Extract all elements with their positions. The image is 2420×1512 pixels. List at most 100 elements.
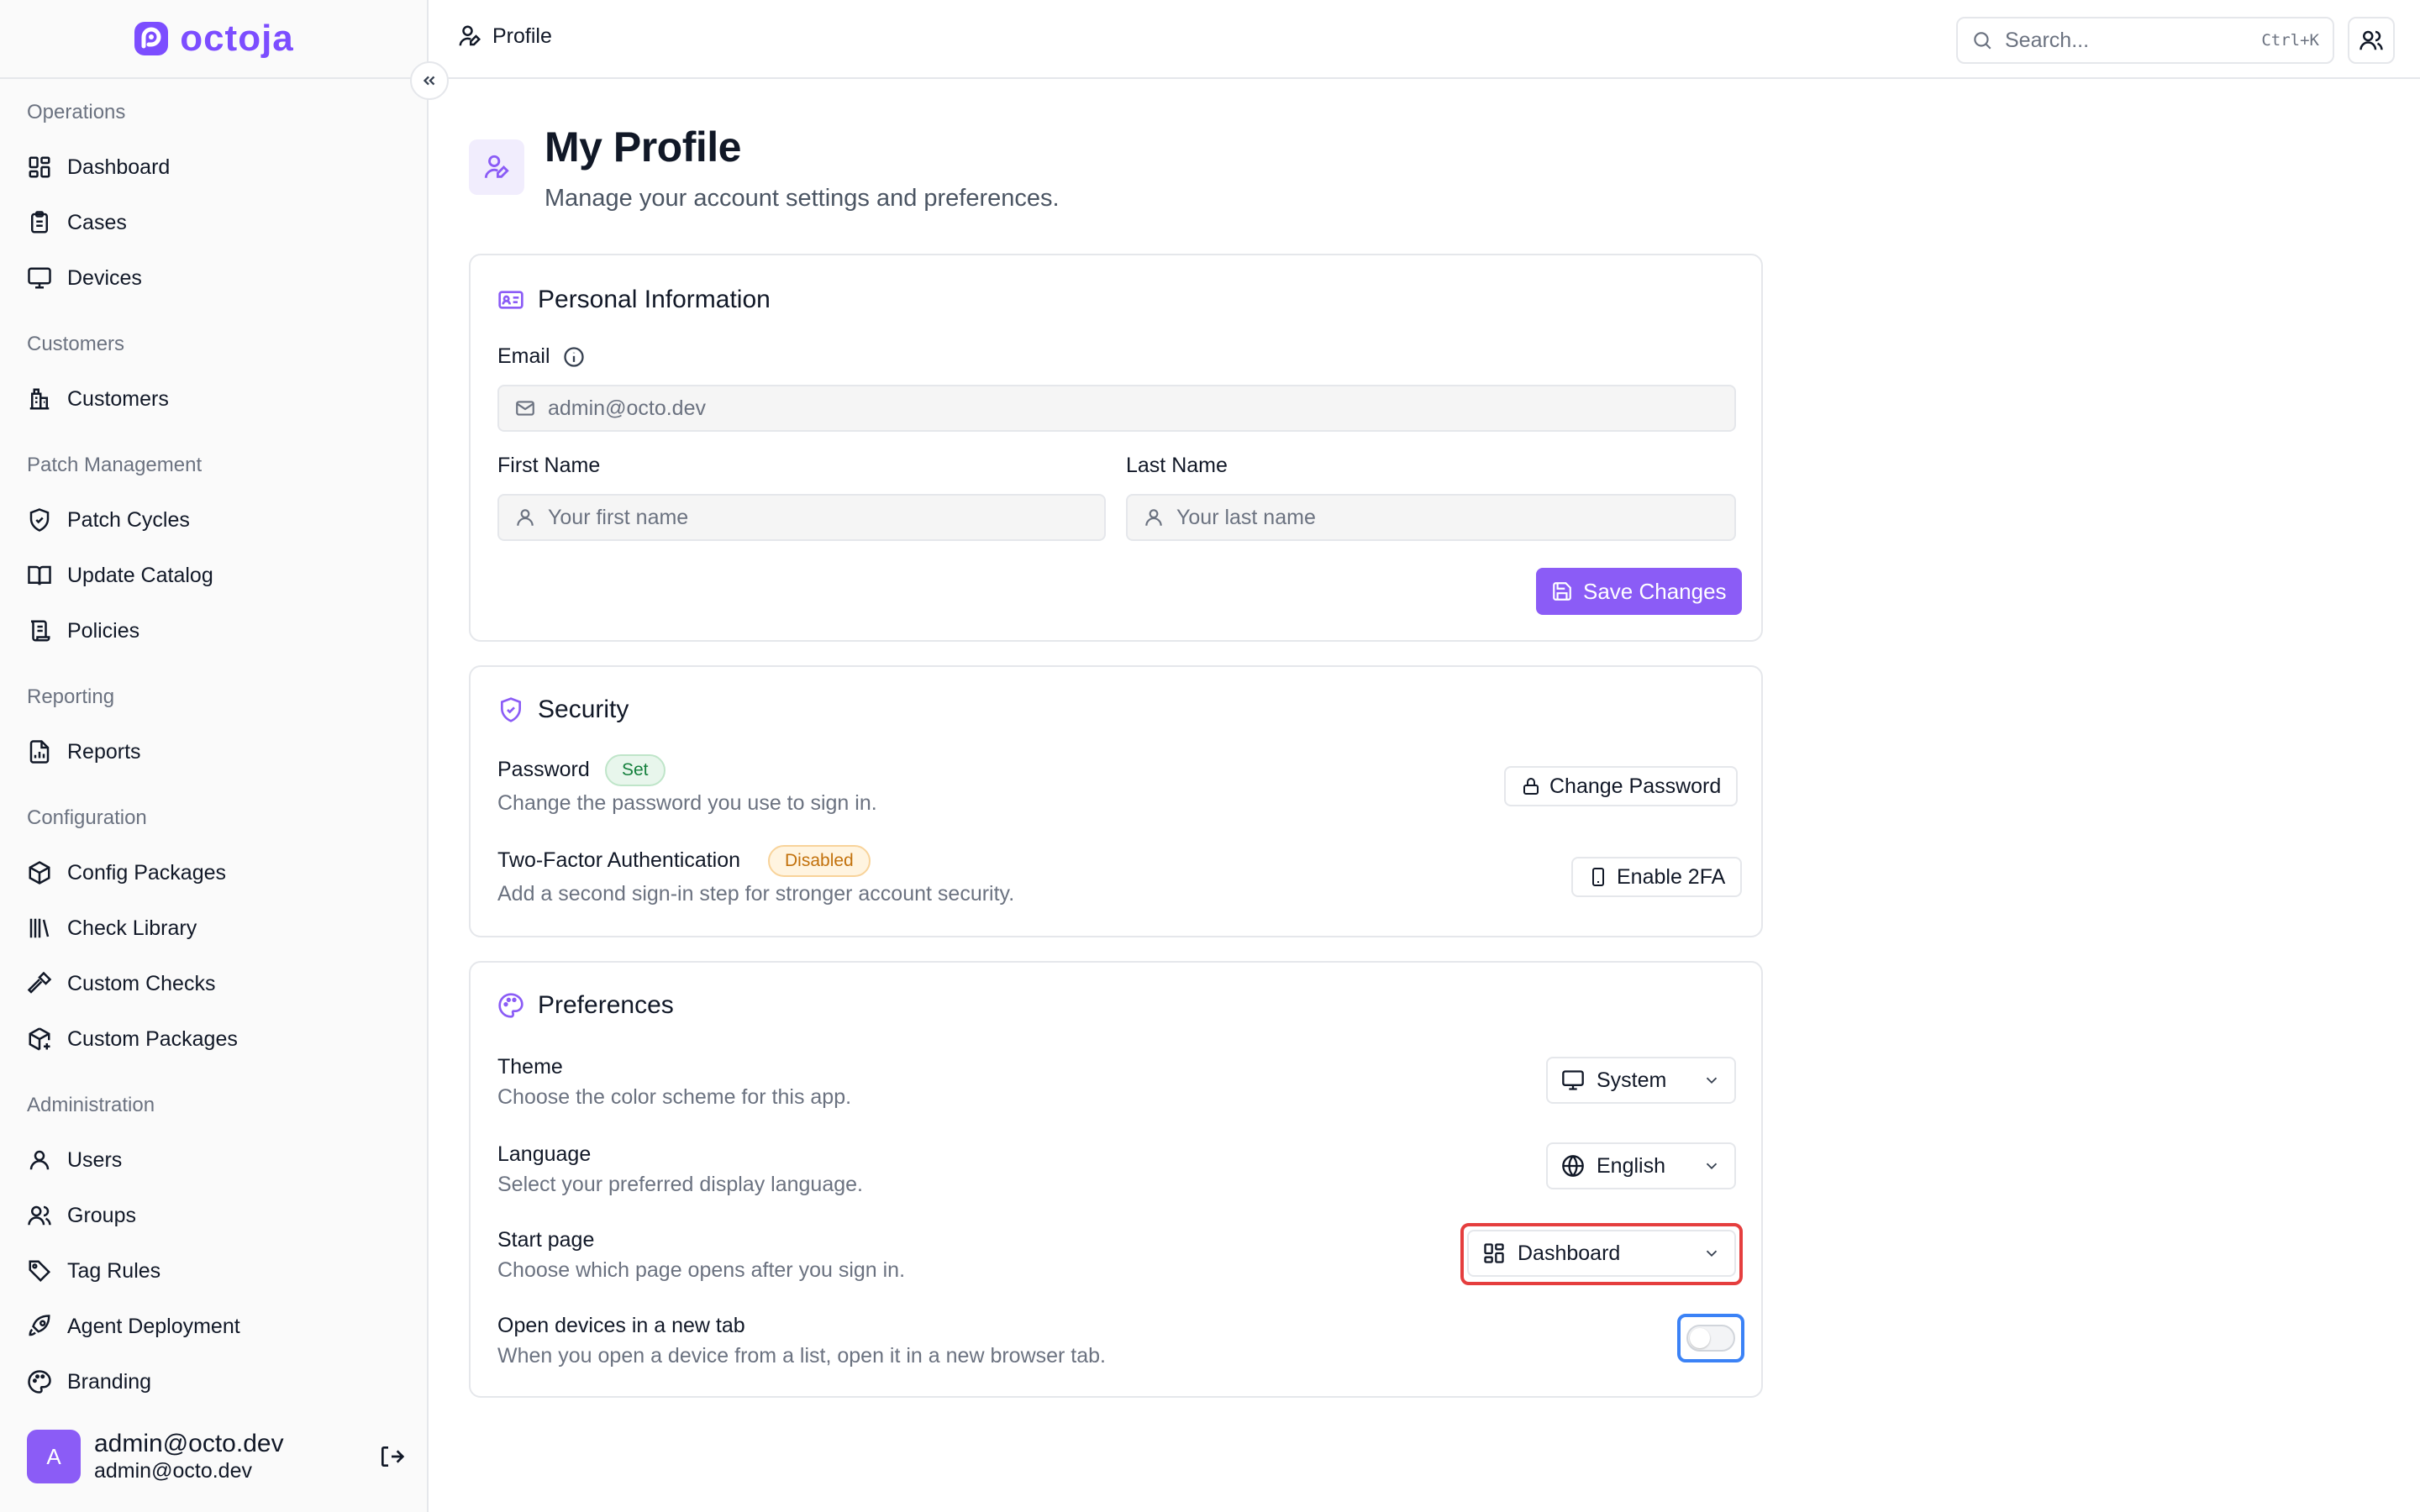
avatar: A — [27, 1430, 81, 1483]
last-name-field[interactable]: Your last name — [1126, 494, 1736, 541]
nav-section-administration: Administration — [27, 1094, 155, 1116]
save-changes-button[interactable]: Save Changes — [1536, 568, 1742, 615]
sidebar: octoja Operations Dashboard Cases Device… — [0, 0, 429, 1512]
globe-icon — [1562, 1155, 1584, 1177]
sidebar-item-update-catalog[interactable]: Update Catalog — [27, 559, 213, 592]
change-password-button[interactable]: Change Password — [1504, 766, 1739, 806]
report-icon — [29, 740, 50, 764]
sidebar-item-label: Reports — [67, 739, 141, 764]
theme-desc: Choose the color scheme for this app. — [497, 1085, 852, 1109]
theme-select[interactable]: System — [1546, 1057, 1736, 1104]
logo[interactable]: octoja — [0, 0, 427, 79]
language-select[interactable]: English — [1546, 1142, 1736, 1189]
new-tab-toggle[interactable] — [1686, 1325, 1735, 1352]
package-plus-icon — [29, 1027, 50, 1051]
card-title-text: Personal Information — [538, 286, 771, 313]
password-label: Password — [497, 758, 590, 781]
smartphone-icon — [1592, 868, 1604, 886]
sidebar-item-reports[interactable]: Reports — [27, 735, 141, 769]
email-value: admin@octo.dev — [548, 396, 706, 420]
sidebar-item-label: Update Catalog — [67, 563, 213, 587]
sidebar-item-dashboard[interactable]: Dashboard — [27, 150, 170, 184]
sidebar-item-customers[interactable]: Customers — [27, 382, 169, 416]
email-label: Email — [497, 344, 586, 369]
sidebar-item-users[interactable]: Users — [27, 1143, 122, 1177]
preferences-card: Preferences Theme Choose the color schem… — [469, 961, 1763, 1398]
card-title: Security — [497, 696, 629, 724]
personal-info-card: Personal Information Email admin@octo.de… — [469, 254, 1763, 642]
user-edit-icon — [459, 25, 481, 46]
sidebar-item-custom-checks[interactable]: Custom Checks — [27, 967, 215, 1000]
first-name-placeholder: Your first name — [548, 505, 689, 529]
sidebar-item-config-packages[interactable]: Config Packages — [27, 856, 226, 890]
new-tab-desc: When you open a device from a list, open… — [497, 1344, 1106, 1368]
search-input[interactable]: Search... Ctrl+K — [1956, 17, 2334, 64]
breadcrumb: Profile — [457, 24, 552, 49]
sidebar-item-check-library[interactable]: Check Library — [27, 911, 197, 945]
card-title: Preferences — [497, 991, 674, 1020]
account-button[interactable] — [2348, 17, 2395, 64]
book-icon — [28, 565, 51, 585]
palette-icon — [498, 993, 523, 1018]
chevron-down-icon — [1706, 1163, 1718, 1170]
page-icon — [469, 139, 524, 195]
password-desc: Change the password you use to sign in. — [497, 791, 877, 815]
nav-section-customers: Customers — [27, 333, 125, 355]
toggle-knob — [1690, 1328, 1710, 1348]
sidebar-item-patch-cycles[interactable]: Patch Cycles — [27, 503, 190, 537]
monitor-icon — [1562, 1070, 1584, 1090]
id-card-icon — [498, 291, 523, 309]
shield-check-icon — [501, 697, 521, 722]
card-title-text: Security — [538, 696, 629, 723]
start-page-select[interactable]: Dashboard — [1467, 1230, 1736, 1277]
chevron-down-icon — [1706, 1077, 1718, 1084]
user-name: admin@octo.dev — [94, 1430, 284, 1457]
search-placeholder: Search... — [2005, 28, 2090, 52]
users-icon — [2360, 30, 2383, 50]
email-field[interactable]: admin@octo.dev — [497, 385, 1736, 432]
change-password-label: Change Password — [1549, 774, 1722, 798]
collapse-sidebar-button[interactable] — [410, 61, 449, 100]
info-icon[interactable] — [562, 345, 586, 369]
chevron-down-icon — [1706, 1250, 1718, 1257]
theme-label: Theme — [497, 1055, 563, 1079]
sidebar-item-label: Custom Checks — [67, 971, 216, 995]
palette-icon — [28, 1370, 51, 1394]
sidebar-item-groups[interactable]: Groups — [27, 1199, 136, 1232]
last-name-label: Last Name — [1126, 454, 1228, 477]
sidebar-item-tag-rules[interactable]: Tag Rules — [27, 1254, 160, 1288]
nav-section-patch-management: Patch Management — [27, 454, 203, 476]
sidebar-item-policies[interactable]: Policies — [27, 614, 139, 648]
sidebar-item-label: Custom Packages — [67, 1026, 238, 1051]
sidebar-item-devices[interactable]: Devices — [27, 261, 142, 295]
rocket-icon — [29, 1315, 50, 1336]
password-status-badge: Set — [605, 754, 666, 786]
nav-section-configuration: Configuration — [27, 806, 147, 829]
brand-name: octoja — [180, 18, 294, 59]
building-icon — [29, 388, 50, 410]
package-icon — [29, 861, 50, 885]
enable-2fa-label: Enable 2FA — [1617, 864, 1726, 889]
twofa-label: Two-Factor Authentication — [497, 848, 741, 872]
sidebar-item-agent-deployment[interactable]: Agent Deployment — [27, 1310, 240, 1343]
sidebar-item-label: Devices — [67, 265, 142, 290]
dashboard-icon — [29, 156, 50, 178]
user-card[interactable]: A admin@octo.dev admin@octo.dev — [27, 1430, 405, 1483]
tag-icon — [29, 1260, 51, 1283]
shield-icon — [29, 508, 50, 532]
start-page-value: Dashboard — [1518, 1241, 1621, 1265]
sidebar-item-label: Branding — [67, 1369, 152, 1394]
logout-icon[interactable] — [378, 1443, 405, 1470]
sidebar-item-custom-packages[interactable]: Custom Packages — [27, 1022, 238, 1056]
sidebar-item-branding[interactable]: Branding — [27, 1365, 151, 1399]
enable-2fa-button[interactable]: Enable 2FA — [1571, 857, 1743, 897]
sidebar-item-label: Config Packages — [67, 860, 227, 885]
nav-section-operations: Operations — [27, 101, 126, 123]
first-name-field[interactable]: Your first name — [497, 494, 1106, 541]
new-tab-label: Open devices in a new tab — [497, 1314, 745, 1337]
sidebar-item-label: Agent Deployment — [67, 1314, 240, 1338]
nav-section-reporting: Reporting — [27, 685, 115, 708]
email-label-text: Email — [497, 344, 550, 368]
sidebar-item-cases[interactable]: Cases — [27, 206, 127, 239]
library-icon — [29, 918, 50, 938]
